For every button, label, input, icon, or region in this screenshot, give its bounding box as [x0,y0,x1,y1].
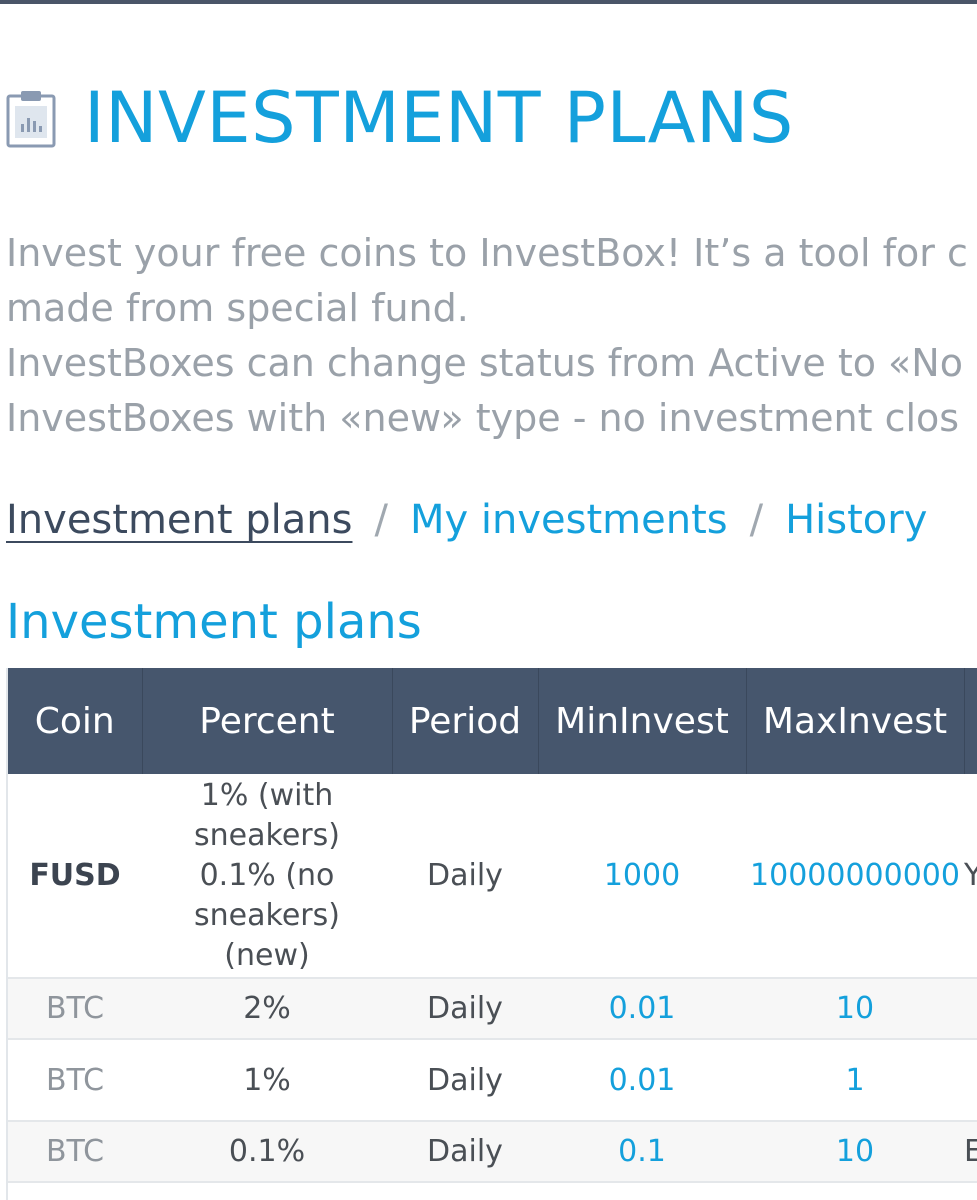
cell-period: Daily [392,978,538,1040]
cell-period: Daily [392,774,538,979]
cell-empty [964,1182,977,1200]
page-heading: INVESTMENT PLANS [6,78,794,158]
cell-extra: Y [964,774,977,979]
cell-max-invest: 10 [746,1121,964,1183]
plans-table: Coin Percent Period MinInvest MaxInvest … [8,668,977,1200]
cell-min-invest: 0.1 [538,1121,746,1183]
table-row: FUSD 1% (with sneakers) 0.1% (no sneaker… [8,774,977,979]
cell-percent: 0.1% [142,1121,392,1183]
percent-line: (new) [224,937,310,973]
cell-extra [964,978,977,1040]
table-header-row: Coin Percent Period MinInvest MaxInvest [8,668,977,774]
breadcrumb-nav: Investment plans / My investments / Hist… [6,490,927,550]
cell-percent: 2% [142,978,392,1040]
table-row: BTC 0.1% Daily 0.1 10 E [8,1121,977,1183]
intro-line: Invest your free coins to InvestBox! It’… [6,231,968,275]
cell-percent: 1% [142,1039,392,1122]
cell-empty [392,1182,538,1200]
page-title: INVESTMENT PLANS [84,77,794,159]
cell-extra [964,1039,977,1122]
percent-line: sneakers) [194,897,340,933]
intro-line: InvestBoxes can change status from Activ… [6,341,963,385]
cell-coin: FUSD [8,774,142,979]
cell-max-invest: 10000000000 [746,774,964,979]
percent-line: sneakers) [194,817,340,853]
cell-empty [538,1182,746,1200]
cell-period: Daily [392,1121,538,1183]
cell-min-invest: 0.01 [538,978,746,1040]
column-header-maxinvest[interactable]: MaxInvest [746,668,965,774]
nav-separator: / [374,497,388,543]
cell-min-invest: 0.01 [538,1039,746,1122]
cell-period: Daily [392,1039,538,1122]
column-header-coin[interactable]: Coin [8,668,143,774]
cell-coin: BTC [8,978,142,1040]
intro-line: InvestBoxes with «new» type - no investm… [6,396,960,440]
percent-line: 0.1% (no [199,857,335,893]
table-row: BTC 1% Daily 0.01 1 [8,1039,977,1122]
percent-line: 1% (with [200,777,334,813]
clipboard-chart-icon [6,88,56,148]
column-header-percent[interactable]: Percent [142,668,393,774]
cell-empty [142,1182,392,1200]
intro-text: Invest your free coins to InvestBox! It’… [6,226,977,446]
nav-investment-plans[interactable]: Investment plans [6,490,352,550]
cell-percent: 1% (with sneakers) 0.1% (no sneakers) (n… [142,774,392,979]
column-header-extra[interactable] [964,668,977,774]
nav-separator: / [749,497,764,543]
cell-coin: BTC [8,1121,142,1183]
plans-table-container: Coin Percent Period MinInvest MaxInvest … [6,668,977,1200]
table-row [8,1182,977,1200]
cell-empty [8,1182,142,1200]
nav-my-investments[interactable]: My investments [410,490,728,550]
nav-history[interactable]: History [785,490,927,550]
cell-extra: E [964,1121,977,1183]
cell-max-invest: 1 [746,1039,964,1122]
intro-line: made from special fund. [6,286,469,330]
cell-max-invest: 10 [746,978,964,1040]
top-bar [0,0,977,4]
cell-empty [746,1182,964,1200]
section-title: Investment plans [6,594,422,650]
cell-min-invest: 1000 [538,774,746,979]
column-header-mininvest[interactable]: MinInvest [538,668,747,774]
cell-coin: BTC [8,1039,142,1122]
table-row: BTC 2% Daily 0.01 10 [8,978,977,1040]
column-header-period[interactable]: Period [392,668,539,774]
